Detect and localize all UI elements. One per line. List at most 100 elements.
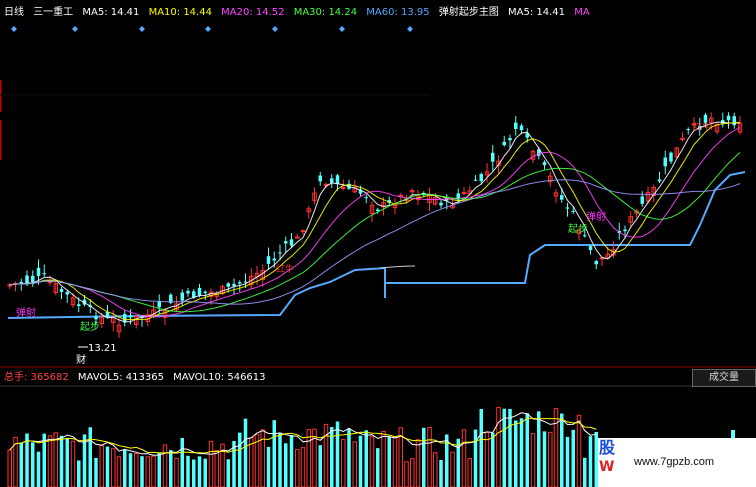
candle (439, 199, 443, 209)
volume-bar (162, 444, 168, 487)
volume-bar (456, 438, 460, 487)
candle (145, 309, 150, 327)
ma60-value: MA60: 13.95 (366, 7, 430, 18)
candle (737, 116, 743, 135)
volume-bar (347, 428, 351, 487)
volume-bar (450, 451, 455, 487)
candle (461, 186, 467, 196)
ma60-line (9, 179, 741, 305)
candle-body (502, 141, 506, 146)
candle (19, 278, 23, 291)
qibu-label-2: 起步 (568, 223, 588, 235)
chart-mask (430, 20, 756, 110)
candle (553, 189, 559, 203)
volume-bar (123, 449, 127, 487)
volume-bar (111, 448, 116, 487)
candle-body (686, 129, 690, 131)
candle (721, 112, 725, 128)
candle-body (588, 246, 593, 250)
volume-bar (197, 456, 202, 487)
candle-body (226, 283, 230, 287)
candle-body (77, 304, 81, 307)
candle (306, 205, 311, 219)
volume-bar (306, 429, 311, 487)
volume-bar (519, 418, 524, 487)
ma5-value: MA5: 14.41 (82, 7, 140, 18)
volume-bar (243, 418, 248, 487)
volume-bar (473, 429, 478, 487)
volume-bar (548, 431, 553, 487)
ma5-repeat-value: MA5: 14.41 (508, 7, 566, 18)
candle-body (180, 292, 184, 301)
candle (548, 171, 553, 187)
candle (59, 286, 64, 300)
volume-bar (376, 448, 380, 487)
volume-bar (134, 453, 139, 487)
volume-bar (105, 446, 110, 487)
candle (249, 268, 254, 289)
candle (657, 171, 662, 184)
candle-body (519, 125, 524, 131)
volume-bar (491, 432, 495, 487)
candle (640, 191, 644, 207)
candle-body (330, 178, 334, 183)
candle (588, 245, 593, 255)
candle (663, 150, 667, 175)
candle (473, 175, 478, 182)
mavol10-value: MAVOL10: 546613 (173, 372, 266, 383)
volume-bar (128, 453, 133, 487)
candle-body (25, 275, 29, 284)
volume-bar (479, 409, 483, 487)
volume-bar (583, 457, 587, 487)
volume-bar (238, 432, 242, 487)
volume-bar (289, 435, 294, 487)
volume-bar (341, 439, 346, 487)
volume-bar (266, 446, 271, 487)
low-price-label: 13.21 (88, 343, 117, 354)
volume-bar (467, 458, 472, 487)
candle-body (439, 202, 443, 206)
candle (186, 288, 190, 297)
volume-bar (94, 457, 98, 487)
candle-body (278, 252, 282, 254)
candle-body (640, 196, 644, 204)
ma-truncated-label: MA (574, 7, 590, 18)
volume-bar (151, 455, 156, 487)
candle (42, 264, 46, 277)
volume-bar (496, 406, 501, 487)
volume-bar (576, 414, 582, 487)
candle (519, 123, 524, 134)
volume-bar (364, 430, 368, 487)
diamond-marker (72, 26, 78, 32)
candle-body (42, 273, 46, 275)
watermark-logo-top: 股 (599, 438, 616, 457)
candle-body (197, 287, 202, 296)
cai-label: 财 (76, 353, 86, 366)
candle (686, 127, 690, 135)
volume-bar (335, 421, 340, 487)
candle (680, 132, 685, 142)
volume-indicator-button[interactable]: 成交量 (692, 369, 756, 387)
period-label[interactable]: 日线 (4, 7, 24, 18)
volume-bar (537, 411, 541, 487)
chart-canvas[interactable]: 弹射起步13.21财红牛弹射起步红牛 (0, 0, 756, 487)
volume-bar (404, 461, 409, 487)
volume-bars-layer (7, 406, 598, 487)
volume-bar (565, 436, 570, 487)
candle-body (479, 173, 483, 182)
volume-bar (7, 449, 12, 487)
candle-body (47, 281, 53, 284)
candle-body (732, 116, 736, 126)
candle (254, 266, 260, 286)
candle (484, 163, 490, 183)
total-volume: 总手: 365682 (4, 372, 69, 383)
diamond-marker (139, 26, 145, 32)
candle-body (31, 275, 35, 283)
volume-bar (352, 441, 357, 487)
candle-body (232, 283, 236, 287)
candle-body (335, 175, 340, 184)
volume-bar (214, 450, 219, 487)
candle-body (341, 187, 346, 190)
candle-body (657, 179, 662, 182)
candle (123, 310, 127, 327)
